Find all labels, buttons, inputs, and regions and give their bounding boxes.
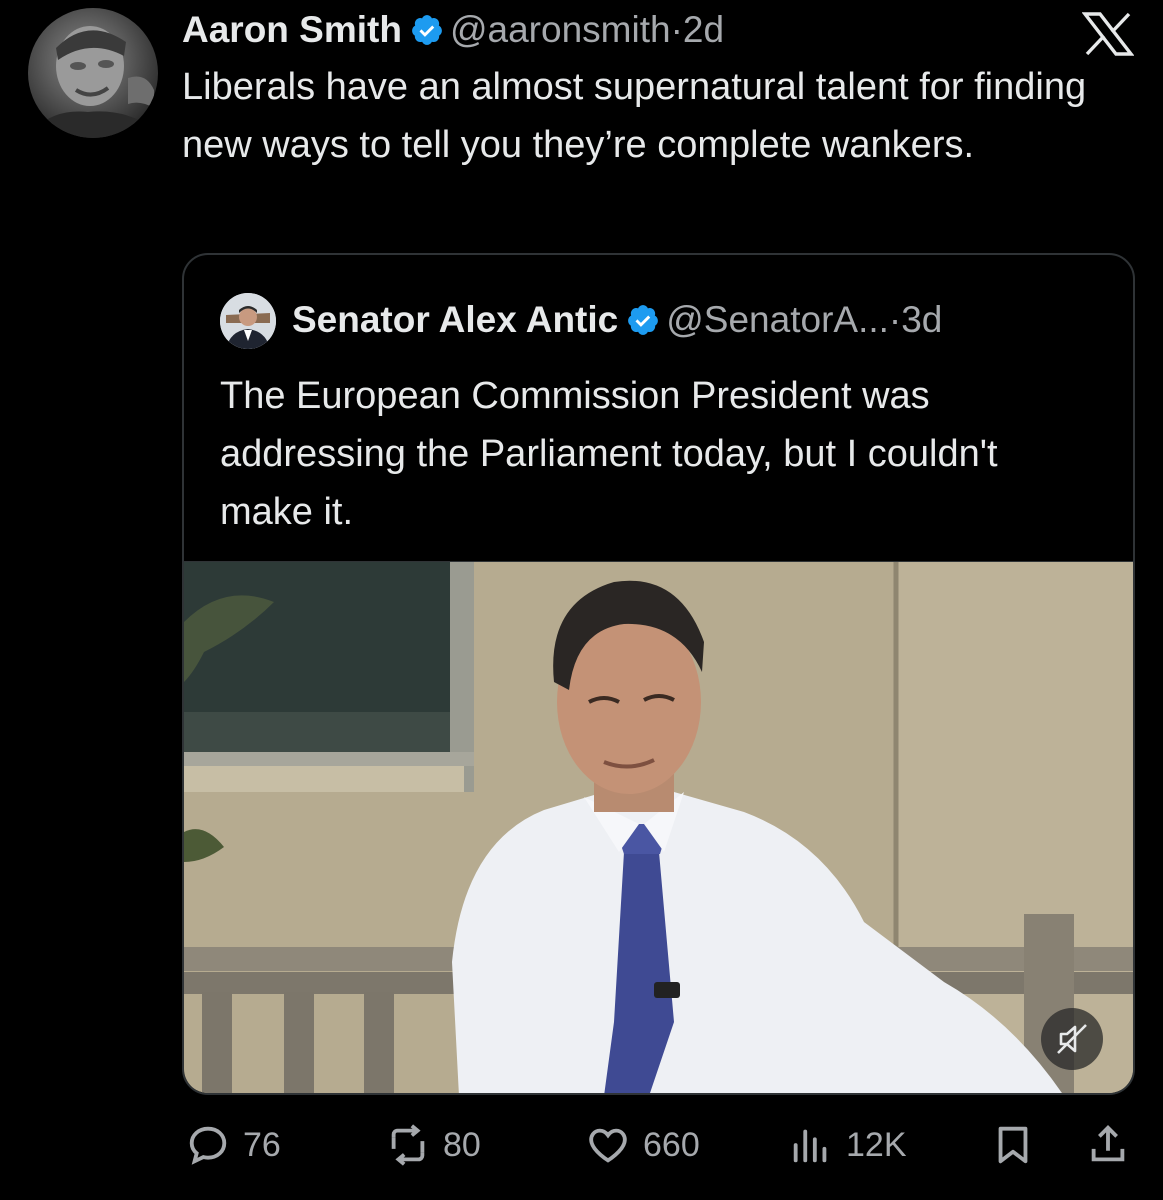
quoted-author-avatar[interactable] [220, 293, 276, 349]
like-count: 660 [643, 1125, 700, 1164]
reply-button[interactable]: 76 [185, 1115, 281, 1175]
bar-chart-icon [793, 1129, 827, 1163]
heart-icon [589, 1128, 627, 1163]
verified-badge-icon [410, 11, 444, 45]
quoted-header: Senator Alex Antic @SenatorA...·3d [292, 295, 942, 345]
share-icon [1091, 1125, 1125, 1162]
quoted-author-handle[interactable]: @SenatorA... [666, 299, 889, 340]
author-avatar[interactable] [28, 8, 158, 138]
x-logo-icon[interactable] [1081, 12, 1135, 56]
share-button[interactable] [1085, 1115, 1143, 1175]
quoted-header-separator: · [888, 299, 902, 340]
muted-speaker-icon [1057, 1024, 1087, 1054]
repost-icon [391, 1124, 425, 1166]
quoted-author-name[interactable]: Senator Alex Antic [292, 299, 618, 340]
video-frame [184, 562, 1133, 1093]
view-count: 12K [846, 1125, 907, 1164]
tweet-timestamp[interactable]: 2d [683, 9, 724, 50]
reply-bubble-icon [189, 1126, 227, 1165]
views-button[interactable]: 12K [788, 1115, 907, 1175]
bookmark-icon [998, 1126, 1028, 1164]
tweet-action-bar: 76 80 660 12K [0, 1115, 1163, 1175]
repost-button[interactable]: 80 [385, 1115, 481, 1175]
header-separator: · [670, 9, 683, 50]
verified-badge-icon [626, 300, 660, 335]
bookmark-button[interactable] [990, 1115, 1048, 1175]
mute-toggle-button[interactable] [1041, 1008, 1103, 1070]
quoted-timestamp[interactable]: 3d [901, 299, 942, 340]
author-name[interactable]: Aaron Smith [182, 9, 402, 50]
repost-count: 80 [443, 1125, 481, 1164]
quoted-tweet-text: The European Commission President was ad… [220, 375, 998, 533]
tweet-text: Liberals have an almost supernatural tal… [182, 66, 1087, 166]
reply-count: 76 [243, 1125, 281, 1164]
tweet-header: Aaron Smith @aaronsmith·2d [182, 6, 724, 54]
video-player[interactable] [184, 561, 1133, 1093]
like-button[interactable]: 660 [585, 1115, 700, 1175]
author-handle[interactable]: @aaronsmith [450, 9, 671, 50]
quoted-tweet-card[interactable]: Senator Alex Antic @SenatorA...·3d The E… [182, 253, 1135, 1095]
